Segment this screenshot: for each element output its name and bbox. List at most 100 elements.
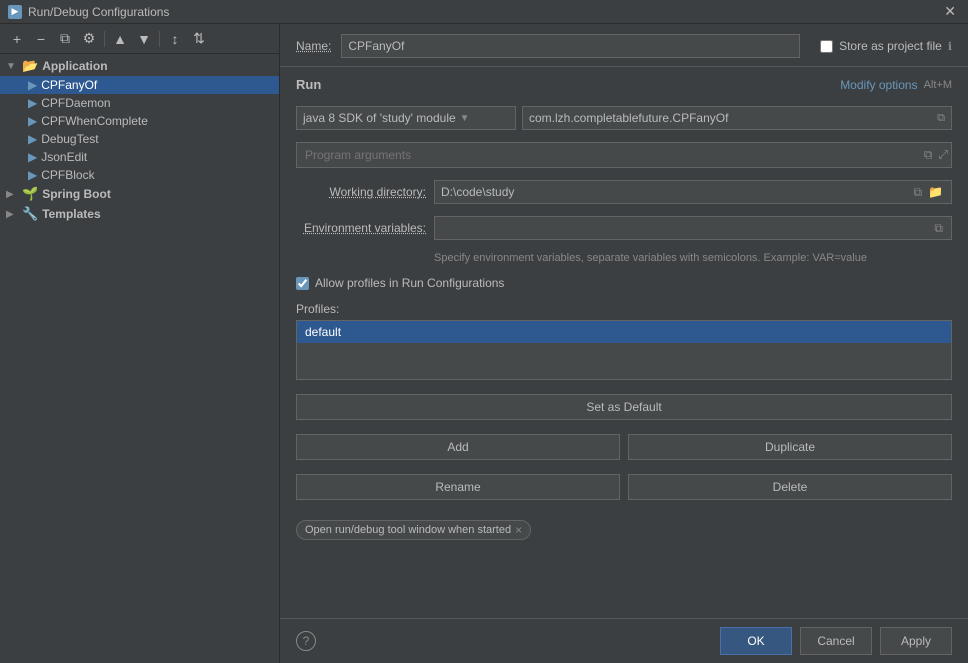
springboot-arrow: ▶ — [6, 189, 18, 200]
sdk-label: java 8 SDK of 'study' module — [303, 111, 456, 125]
copy-config-button[interactable]: ⧉ — [54, 28, 76, 50]
main-container: + − ⧉ ⚙ ▲ ▼ ↕ ⇅ ▼ 📂 Application ▶ CPFany… — [0, 24, 968, 663]
env-vars-copy-button[interactable]: ⧉ — [932, 220, 945, 237]
program-args-copy-button[interactable]: ⧉ — [922, 147, 935, 164]
tree-item-cpfdaemon[interactable]: ▶ CPFDaemon — [0, 94, 279, 112]
sdk-dropdown[interactable]: java 8 SDK of 'study' module ▼ — [296, 106, 516, 130]
rename-delete-row: Rename Delete — [296, 474, 952, 500]
move-down-button[interactable]: ▼ — [133, 28, 155, 50]
allow-profiles-row: Allow profiles in Run Configurations — [296, 276, 952, 290]
cpfdaemon-icon: ▶ — [28, 96, 37, 110]
env-vars-label: Environment variables: — [296, 221, 426, 235]
set-default-button[interactable]: Set as Default — [296, 394, 952, 420]
templates-arrow: ▶ — [6, 209, 18, 220]
name-label: Name: — [296, 39, 331, 53]
debugtest-label: DebugTest — [41, 132, 98, 146]
main-class-value: com.lzh.completablefuture.CPFanyOf — [529, 111, 728, 125]
tree-item-cpfblock[interactable]: ▶ CPFBlock — [0, 166, 279, 184]
title-bar: ▶ Run/Debug Configurations ✕ — [0, 0, 968, 24]
ok-button[interactable]: OK — [720, 627, 792, 655]
add-config-button[interactable]: + — [6, 28, 28, 50]
profile-item-default[interactable]: default — [297, 321, 951, 343]
remove-config-button[interactable]: − — [30, 28, 52, 50]
run-section-header: Run Modify options Alt+M — [296, 77, 952, 92]
templates-folder-icon: 🔧 — [22, 206, 38, 222]
close-icon[interactable]: ✕ — [940, 3, 960, 20]
store-checkbox[interactable] — [820, 40, 833, 53]
working-dir-label: Working directory: — [296, 185, 426, 199]
cpfblock-label: CPFBlock — [41, 168, 94, 182]
application-group-header[interactable]: ▼ 📂 Application — [0, 56, 279, 76]
allow-profiles-label: Allow profiles in Run Configurations — [315, 276, 504, 290]
form-body: Run Modify options Alt+M java 8 SDK of '… — [280, 67, 968, 618]
working-dir-row: Working directory: D:\code\study ⧉ 📁 — [296, 180, 952, 204]
toolbar-separator-1 — [104, 31, 105, 47]
sdk-dropdown-arrow: ▼ — [460, 113, 470, 124]
working-dir-value: D:\code\study — [441, 185, 514, 199]
program-args-input[interactable] — [296, 142, 952, 168]
application-group: ▼ 📂 Application ▶ CPFanyOf ▶ CPFDaemon ▶… — [0, 56, 279, 184]
jsonedit-label: JsonEdit — [41, 150, 87, 164]
profile-item-empty: . — [297, 343, 951, 365]
working-dir-input[interactable]: D:\code\study ⧉ 📁 — [434, 180, 952, 204]
sdk-row: java 8 SDK of 'study' module ▼ com.lzh.c… — [296, 106, 952, 130]
main-class-copy-icon[interactable]: ⧉ — [937, 112, 945, 125]
store-checkbox-area: Store as project file ℹ — [820, 39, 952, 53]
application-arrow: ▼ — [6, 61, 18, 72]
profiles-list: default . — [296, 320, 952, 380]
program-args-buttons: ⧉ ⤢ — [922, 147, 950, 164]
toolbar: + − ⧉ ⚙ ▲ ▼ ↕ ⇅ — [0, 24, 279, 54]
allow-profiles-checkbox[interactable] — [296, 277, 309, 290]
templates-group-label: Templates — [42, 207, 100, 221]
settings-config-button[interactable]: ⚙ — [78, 28, 100, 50]
cpfwhencomplete-label: CPFWhenComplete — [41, 114, 148, 128]
config-tree: ▼ 📂 Application ▶ CPFanyOf ▶ CPFDaemon ▶… — [0, 54, 279, 663]
working-dir-copy-button[interactable]: ⧉ — [911, 184, 924, 201]
title-text: Run/Debug Configurations — [28, 5, 169, 19]
help-button[interactable]: ? — [296, 631, 316, 651]
cancel-button[interactable]: Cancel — [800, 627, 872, 655]
tree-item-cpfanyof[interactable]: ▶ CPFanyOf — [0, 76, 279, 94]
profiles-label: Profiles: — [296, 302, 952, 316]
env-vars-input[interactable]: ⧉ — [434, 216, 952, 240]
cpfblock-icon: ▶ — [28, 168, 37, 182]
env-vars-row: Environment variables: ⧉ — [296, 216, 952, 240]
program-args-row: ⧉ ⤢ — [296, 142, 952, 168]
tree-item-debugtest[interactable]: ▶ DebugTest — [0, 130, 279, 148]
templates-group-header[interactable]: ▶ 🔧 Templates — [0, 204, 279, 224]
sort-button[interactable]: ⇅ — [188, 28, 210, 50]
modify-options-link[interactable]: Modify options — [840, 78, 917, 92]
run-label: Run — [296, 77, 321, 92]
program-args-expand-button[interactable]: ⤢ — [936, 147, 950, 164]
store-info-icon: ℹ — [948, 40, 952, 53]
springboot-group-label: Spring Boot — [42, 187, 111, 201]
apply-button[interactable]: Apply — [880, 627, 952, 655]
duplicate-button[interactable]: Duplicate — [628, 434, 952, 460]
tree-item-jsonedit[interactable]: ▶ JsonEdit — [0, 148, 279, 166]
move-button[interactable]: ↕ — [164, 28, 186, 50]
delete-button[interactable]: Delete — [628, 474, 952, 500]
tag-row: Open run/debug tool window when started … — [296, 520, 952, 540]
working-dir-browse-button[interactable]: 📁 — [926, 184, 945, 201]
name-input[interactable] — [341, 34, 800, 58]
title-bar-left: ▶ Run/Debug Configurations — [8, 5, 169, 19]
tree-item-cpfwhencomplete[interactable]: ▶ CPFWhenComplete — [0, 112, 279, 130]
modify-options-area: Modify options Alt+M — [840, 78, 952, 92]
env-vars-hint: Specify environment variables, separate … — [434, 252, 952, 264]
tag-label: Open run/debug tool window when started — [305, 524, 511, 536]
add-button[interactable]: Add — [296, 434, 620, 460]
form-header: Name: Store as project file ℹ — [280, 24, 968, 67]
rename-button[interactable]: Rename — [296, 474, 620, 500]
modify-shortcut: Alt+M — [924, 79, 952, 91]
main-class-input: com.lzh.completablefuture.CPFanyOf ⧉ — [522, 106, 952, 130]
debugtest-icon: ▶ — [28, 132, 37, 146]
cpfanyof-icon: ▶ — [28, 78, 37, 92]
profiles-section: Profiles: default . — [296, 302, 952, 386]
tag-close-icon[interactable]: × — [515, 523, 522, 537]
springboot-group-header[interactable]: ▶ 🌱 Spring Boot — [0, 184, 279, 204]
move-up-button[interactable]: ▲ — [109, 28, 131, 50]
jsonedit-icon: ▶ — [28, 150, 37, 164]
left-panel: + − ⧉ ⚙ ▲ ▼ ↕ ⇅ ▼ 📂 Application ▶ CPFany… — [0, 24, 280, 663]
application-folder-icon: 📂 — [22, 58, 38, 74]
tag-open-run-debug: Open run/debug tool window when started … — [296, 520, 531, 540]
